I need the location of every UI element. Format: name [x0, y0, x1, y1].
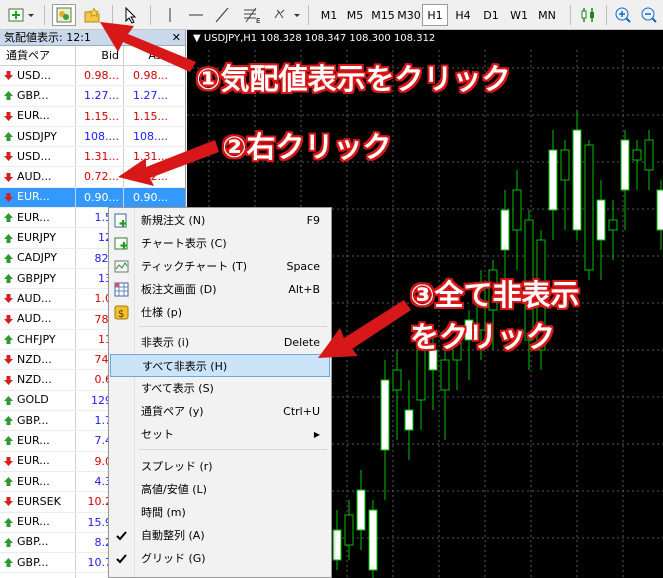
annotation-step-1: ①気配値表示をクリック: [196, 62, 511, 96]
annotation-step-3-line-2: をクリック: [410, 320, 556, 354]
annotation-arrow-3: [318, 300, 411, 358]
annotation-step-2: ②右クリック: [222, 130, 392, 164]
annotation-arrow-2: [118, 140, 219, 186]
mt4-window: E M1 M5 M15 M30 H1 H4 D1 W1 MN 気配値表示: 12:1 ✕ 通貨ペ…: [0, 0, 663, 578]
annotation-arrow-1: [100, 22, 196, 72]
annotation-step-3-line-1: ③全て非表示: [410, 278, 580, 312]
